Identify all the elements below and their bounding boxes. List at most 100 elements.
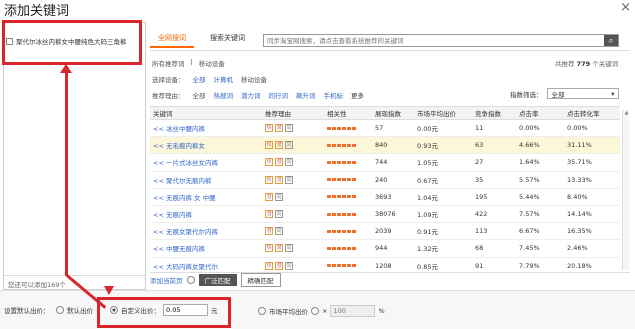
keyword-cell[interactable]: << 聚代尔无痕内裤 xyxy=(150,172,262,188)
total-count: 共推荐 779 个关键词 xyxy=(555,58,618,68)
price-cell: 0.93元 xyxy=(417,142,438,151)
table-row[interactable]: << 无痕女聚代尔内裤潜同 2039 0.91元 113 6.67% 16.35% xyxy=(150,223,620,241)
comp-cell: 35 xyxy=(475,175,484,184)
market-avg-radio[interactable] xyxy=(258,307,266,315)
reason-cell: 潜同 xyxy=(262,206,324,222)
reason-cell: 热潜同 xyxy=(262,154,324,170)
keyword-cell[interactable]: << 无痕女聚代尔内裤 xyxy=(150,223,262,239)
annotation-arrow-line xyxy=(65,66,68,276)
match-radio[interactable] xyxy=(186,275,195,284)
reason-filter-label: 推荐理由： xyxy=(152,92,185,100)
col-keyword: 关键词 xyxy=(153,110,173,118)
reason-opt-rising[interactable]: 飙升词 xyxy=(296,90,316,100)
keyword-cell[interactable]: << 无痕内裤 xyxy=(150,206,262,222)
device-opt-pc[interactable]: 计算机 xyxy=(214,74,234,84)
reason-opt-potential[interactable]: 潜力词 xyxy=(241,90,261,100)
index-filter-label: 指数筛选： xyxy=(510,90,543,99)
keyword-cell[interactable]: << 无毛痕内裤女 xyxy=(150,137,262,153)
more-filters-button[interactable]: 更多 xyxy=(351,90,364,100)
shows-cell: 2039 xyxy=(375,227,392,236)
keyword-cell[interactable]: << 中腰无痕内裤 xyxy=(150,240,262,256)
cvr-cell: 14.14% xyxy=(567,210,592,219)
reason-cell: 热潜同 xyxy=(262,137,324,153)
col-cvr[interactable]: 点击转化率 xyxy=(564,107,620,119)
relevance-cell xyxy=(324,189,372,205)
broad-match-button[interactable]: 广泛匹配 xyxy=(198,273,237,286)
bid-settings-bar: 设置默认出价： 默认出价 自定义出价： 元 市场平均出价 × % xyxy=(0,290,635,329)
ctr-cell: 7.79% xyxy=(519,261,540,270)
annotation-box-bid xyxy=(97,297,231,328)
table-row[interactable]: << 一片式冰丝女内裤热潜同 744 1.05元 27 1.64% 35.71% xyxy=(150,154,620,172)
price-cell: 1.04元 xyxy=(417,193,438,202)
keyword-cell[interactable]: << 无痕内裤 女 中腰 xyxy=(150,189,262,205)
price-cell: 1.05元 xyxy=(417,159,438,168)
relevance-bar xyxy=(327,264,357,268)
index-select-value: 全部 xyxy=(551,90,565,99)
scroll-up-icon[interactable]: ▲ xyxy=(623,110,630,117)
ctr-cell: 4.66% xyxy=(519,141,540,150)
tab-all-web[interactable]: 全网搜词 xyxy=(150,30,194,48)
bid-label: 设置默认出价： xyxy=(4,307,50,315)
table-row[interactable]: << 聚代尔无痕内裤热潜同 240 0.67元 35 5.57% 13.33% xyxy=(150,172,620,189)
device-opt-mobile[interactable]: 移动设备 xyxy=(241,74,267,84)
col-competition[interactable]: 竞争指数 xyxy=(472,107,516,119)
table-row[interactable]: << 无毛痕内裤女热潜同 840 0.93元 63 4.66% 31.11% xyxy=(150,137,620,155)
reason-tag: 同 xyxy=(285,158,293,167)
market-pct-input[interactable] xyxy=(330,305,376,317)
reason-tag: 热 xyxy=(265,244,273,253)
shows-cell: 38076 xyxy=(375,210,396,219)
reason-opt-hot[interactable]: 热搜词 xyxy=(214,90,234,100)
reason-opt-peer[interactable]: 同行词 xyxy=(269,90,289,100)
index-select[interactable]: 全部 ▾ xyxy=(546,88,619,99)
total-prefix: 共推荐 xyxy=(555,60,575,68)
keyword-cell[interactable]: << 一片式冰丝女内裤 xyxy=(150,154,262,170)
reason-tag: 同 xyxy=(275,192,283,201)
cvr-cell: 8.40% xyxy=(567,192,588,201)
keyword-cell[interactable]: << 冰丝中腰内裤 xyxy=(150,120,262,136)
relevance-cell xyxy=(324,120,372,136)
device-filter: 选择设备： 全部 计算机 移动设备 xyxy=(152,74,267,84)
annotation-arrowhead-up xyxy=(60,64,72,73)
reason-tag: 潜 xyxy=(275,124,283,133)
reason-cell: 潜同 xyxy=(262,223,324,239)
relevance-cell xyxy=(324,154,372,170)
table-row[interactable]: << 大码内裤女聚代尔热潜同 1208 0.85元 91 7.79% 20.18% xyxy=(150,258,620,272)
relevance-bar xyxy=(327,178,357,182)
table-row[interactable]: << 冰丝中腰内裤热潜同 57 0.00元 11 0.00% 0.00% xyxy=(150,120,620,138)
reason-opt-all[interactable]: 全部 xyxy=(193,90,206,100)
keyword-cell[interactable]: << 大码内裤女聚代尔 xyxy=(150,258,262,272)
relevance-cell xyxy=(324,206,372,222)
reason-opt-mobile[interactable]: 手机标 xyxy=(324,90,344,100)
col-shows[interactable]: 展现指数 xyxy=(372,107,414,119)
default-bid-option[interactable]: 默认出价 xyxy=(56,305,93,315)
table-scrollbar[interactable]: ▲ xyxy=(622,110,629,270)
add-page-button[interactable]: 添加当前页 xyxy=(150,275,183,285)
relevance-bar xyxy=(327,143,357,147)
tab-search-keyword[interactable]: 搜索关键词 xyxy=(202,30,253,48)
col-avg-price[interactable]: 市场平均出价 xyxy=(414,107,472,119)
reason-tag: 潜 xyxy=(275,175,283,184)
close-icon[interactable]: × xyxy=(620,0,631,15)
reason-tag: 热 xyxy=(265,158,273,167)
search-input[interactable] xyxy=(264,35,604,46)
breadcrumb-root[interactable]: 所有推荐词 xyxy=(152,58,185,68)
exact-match-button[interactable]: 精确匹配 xyxy=(240,272,281,287)
market-avg-option[interactable]: 市场平均出价 × % xyxy=(258,305,385,317)
default-bid-radio[interactable] xyxy=(56,306,64,314)
comp-cell: 68 xyxy=(475,244,484,253)
table-row[interactable]: << 无痕内裤潜同 38076 1.09元 422 7.57% 14.14% xyxy=(150,206,620,224)
total-number: 779 xyxy=(576,60,591,68)
col-relevance[interactable]: 相关性 xyxy=(324,107,372,119)
search-icon[interactable]: ⌕ xyxy=(604,35,618,46)
reason-cell: 潜同 xyxy=(262,189,324,205)
table-row[interactable]: << 无痕内裤 女 中腰潜同 3693 1.04元 195 5.44% 8.40% xyxy=(150,189,620,206)
relevance-cell xyxy=(324,240,372,256)
price-cell: 0.00元 xyxy=(417,125,438,134)
reason-tag: 潜 xyxy=(265,192,273,201)
reason-cell: 热潜同 xyxy=(262,172,324,188)
table-row[interactable]: << 中腰无痕内裤热潜同 944 1.32元 68 7.45% 2.46% xyxy=(150,240,620,258)
device-opt-all[interactable]: 全部 xyxy=(193,74,206,84)
multiply-sign: × xyxy=(322,307,328,315)
cvr-cell: 16.35% xyxy=(567,227,592,236)
col-ctr[interactable]: 点击率 xyxy=(516,107,564,119)
